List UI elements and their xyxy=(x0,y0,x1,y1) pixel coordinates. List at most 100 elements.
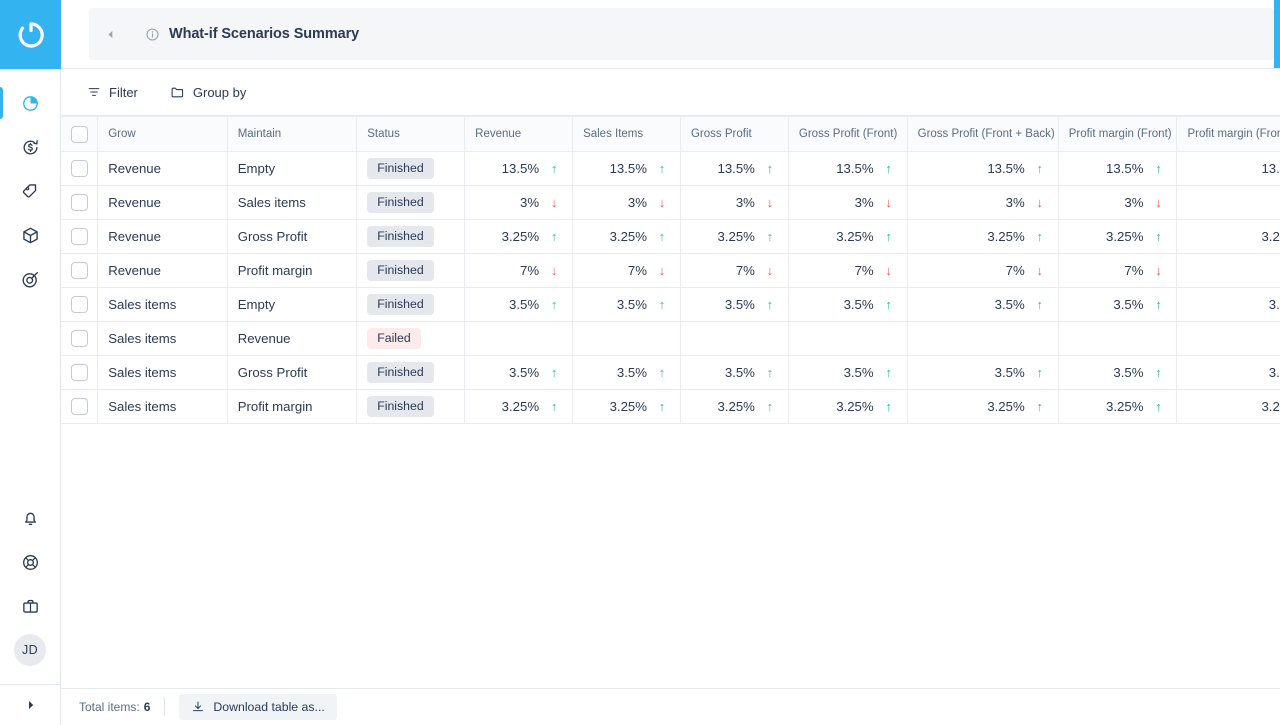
cell-metric: 3.5% ↑ xyxy=(464,287,574,322)
sidebar-item-products[interactable] xyxy=(0,213,61,257)
metric-value: 3.25% xyxy=(987,399,1025,414)
column-header[interactable]: Gross Profit (Front + Back) xyxy=(907,116,1059,152)
metric-value: 7% xyxy=(735,263,755,278)
arrow-down-icon: ↓ xyxy=(658,195,666,210)
sidebar-item-analytics[interactable] xyxy=(0,81,61,125)
column-header[interactable]: Revenue xyxy=(464,116,574,152)
arrow-up-icon: ↑ xyxy=(658,399,666,414)
column-header[interactable]: Maintain xyxy=(227,116,358,152)
table-header: Grow Maintain Status Revenue Sales Items Gros… xyxy=(61,116,1280,152)
metric-value: 3.25% xyxy=(836,229,874,244)
sidebar-item-workspace[interactable] xyxy=(0,584,61,628)
avatar[interactable]: JD xyxy=(14,634,46,666)
metric-value: 3% xyxy=(627,195,647,210)
pie-chart-icon xyxy=(22,95,38,111)
table-footer: Total items: 6 Download table as... xyxy=(61,688,1280,725)
cell-metric: 3.25%↑ xyxy=(1176,219,1280,254)
metric-value: 13.5% xyxy=(501,161,540,176)
cell-metric: 13.5% ↑ xyxy=(572,151,681,186)
row-checkbox[interactable] xyxy=(71,160,88,177)
metric-value: 7% xyxy=(1124,263,1144,278)
column-header[interactable]: Grow xyxy=(97,116,228,152)
download-icon xyxy=(193,701,204,712)
column-header[interactable]: Profit margin (Front) xyxy=(1058,116,1178,152)
column-header[interactable]: Profit margin (Front + Back) xyxy=(1176,116,1280,152)
sidebar-item-goals[interactable] xyxy=(0,257,61,301)
column-header[interactable]: Gross Profit xyxy=(680,116,789,152)
filter-button[interactable]: Filter xyxy=(79,80,146,105)
cell-metric xyxy=(572,321,681,356)
footer-divider xyxy=(164,698,166,716)
column-header[interactable]: Gross Profit (Front) xyxy=(788,116,908,152)
column-header[interactable]: Sales Items xyxy=(572,116,681,152)
metric-value: 3.25% xyxy=(1106,399,1144,414)
cell-metric: 3.25% ↑ xyxy=(1058,389,1178,424)
metric-value: 3.5% xyxy=(724,297,755,312)
arrow-up-icon: ↑ xyxy=(885,365,892,380)
target-icon xyxy=(22,271,38,287)
sidebar-item-notifications[interactable] xyxy=(0,496,61,540)
table-row[interactable]: Sales items Empty Finished 3.5% ↑ 3.5% ↑ 3.5% ↑ 3… xyxy=(61,287,1280,322)
sidebar-item-pricing[interactable] xyxy=(0,169,61,213)
table-row[interactable]: Sales items Gross Profit Finished 3.5% ↑ 3.5%… xyxy=(61,355,1280,390)
refresh-circle-icon xyxy=(18,21,44,48)
table-row[interactable]: Sales items Revenue Failed xyxy=(61,321,1280,356)
arrow-up-icon: ↑ xyxy=(658,365,666,380)
row-checkbox[interactable] xyxy=(71,296,88,313)
metric-value: 13.5% xyxy=(1261,161,1280,176)
metric-value: 13.5% xyxy=(836,161,874,176)
row-checkbox[interactable] xyxy=(71,262,88,279)
row-checkbox[interactable] xyxy=(71,364,88,381)
sidebar-item-support[interactable] xyxy=(0,540,61,584)
table-row[interactable]: Revenue Profit margin Finished 7% ↓ 7% ↓ 7% ↓ 7% ↓… xyxy=(61,253,1280,288)
arrow-up-icon: ↑ xyxy=(550,229,558,244)
select-all-checkbox[interactable] xyxy=(71,125,88,143)
cell-metric: 7% ↓ xyxy=(680,253,789,288)
metric-value: 3.5% xyxy=(1268,297,1280,312)
status-badge: Finished xyxy=(367,157,434,180)
column-header[interactable]: Status xyxy=(356,116,466,152)
arrow-up-icon: ↑ xyxy=(1155,399,1162,414)
arrow-up-icon: ↑ xyxy=(1036,229,1043,244)
cell-maintain: Revenue xyxy=(227,321,358,356)
apply-scenario-button[interactable]: Apply scenario xyxy=(1274,0,1280,68)
arrow-down-icon: ↓ xyxy=(766,263,774,278)
row-checkbox[interactable] xyxy=(71,228,88,245)
chevron-right-icon xyxy=(28,701,33,709)
row-select-cell xyxy=(61,185,99,220)
metric-value: 3.5% xyxy=(724,365,755,380)
table-row[interactable]: Sales items Profit margin Finished 3.25% ↑ 3.… xyxy=(61,389,1280,424)
metric-value: 7% xyxy=(854,263,874,278)
row-checkbox[interactable] xyxy=(71,398,88,415)
cell-metric: 3.25%↑ xyxy=(1058,219,1178,254)
group-by-button[interactable]: Group by xyxy=(162,80,254,105)
back-button[interactable] xyxy=(93,29,127,40)
cell-grow: Sales items xyxy=(97,321,228,356)
main-content: What-if Scenarios Summary Apply scenario… xyxy=(61,0,1280,725)
metric-value: 3.5% xyxy=(1268,365,1280,380)
metric-value: 3.25% xyxy=(1261,229,1280,244)
row-checkbox[interactable] xyxy=(71,330,88,347)
app-logo[interactable] xyxy=(0,0,61,69)
row-select-cell xyxy=(61,355,99,390)
chevron-left-icon xyxy=(107,30,112,38)
status-badge: Finished xyxy=(367,225,434,248)
metric-value: 7% xyxy=(1005,263,1025,278)
sidebar-item-finance[interactable] xyxy=(0,125,61,169)
arrow-up-icon: ↑ xyxy=(658,229,666,244)
metric-value: 3.5% xyxy=(509,365,540,380)
filter-label: Filter xyxy=(109,84,138,100)
lifebuoy-icon xyxy=(22,554,38,570)
table-row[interactable]: Revenue Gross Profit Finished 3.25% ↑ 3.25% ↑ 3… xyxy=(61,219,1280,254)
table-row[interactable]: Revenue Sales items Finished 3% ↓ 3% ↓ 3% ↓ 3% ↓ 3%… xyxy=(61,185,1280,220)
metric-value: 3% xyxy=(1005,195,1025,210)
cell-metric: 13.5% ↑ xyxy=(788,151,908,186)
select-all-header xyxy=(61,116,99,152)
sidebar-collapse-button[interactable] xyxy=(0,685,61,725)
row-checkbox[interactable] xyxy=(71,194,88,211)
table-row[interactable]: Revenue Empty Finished 13.5% ↑ 13.5% ↑ 13.5% ↑ 13… xyxy=(61,151,1280,186)
download-table-button[interactable]: Download table as... xyxy=(179,694,337,720)
arrow-up-icon: ↑ xyxy=(885,399,892,414)
page-title: What-if Scenarios Summary xyxy=(169,26,360,42)
info-circle-icon[interactable] xyxy=(145,27,160,42)
